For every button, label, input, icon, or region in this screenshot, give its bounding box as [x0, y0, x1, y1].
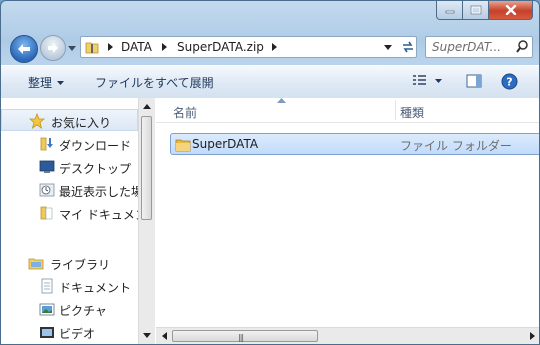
- videos-icon: [40, 327, 54, 338]
- refresh-button[interactable]: [397, 37, 419, 57]
- close-icon: [505, 5, 516, 15]
- sidebar-item-favorites[interactable]: お気に入り: [1, 109, 138, 131]
- address-dropdown-icon[interactable]: [384, 45, 392, 50]
- scroll-up-icon[interactable]: [143, 104, 151, 109]
- breadcrumb-data[interactable]: DATA: [121, 40, 152, 54]
- search-placeholder: SuperDAT...: [432, 40, 502, 54]
- file-list-horizontal-scrollbar[interactable]: |||: [156, 327, 539, 344]
- details-view-icon: [413, 75, 442, 85]
- sidebar-item-label: 最近表示した場: [59, 185, 138, 199]
- search-box[interactable]: SuperDAT...: [425, 36, 533, 58]
- forward-button[interactable]: [40, 35, 66, 61]
- sidebar-item-desktop[interactable]: デスクトップ: [1, 156, 138, 178]
- zip-folder-icon: [85, 42, 99, 54]
- sidebar-item-libraries[interactable]: ライブラリ: [1, 252, 138, 274]
- sidebar-item-label: ビデオ: [59, 327, 96, 341]
- scroll-down-icon[interactable]: [143, 333, 151, 338]
- organize-label: 整理: [28, 76, 53, 90]
- scrollbar-grip-icon: |||: [238, 333, 244, 342]
- sidebar-item-label: ピクチャ: [59, 304, 107, 318]
- extract-all-button[interactable]: ファイルをすべて展開: [95, 74, 214, 91]
- sidebar-item-label: お気に入り: [51, 116, 112, 130]
- column-header-name[interactable]: 名前: [173, 104, 197, 121]
- svg-text:?: ?: [506, 76, 512, 89]
- maximize-button[interactable]: [463, 1, 489, 20]
- explorer-window: DATA SuperDATA.zip SuperDAT... 整理 ファイルをす…: [0, 0, 540, 345]
- download-folder-icon: [40, 137, 53, 151]
- help-icon: ?: [501, 73, 518, 90]
- sidebar-item-recent-places[interactable]: 最近表示した場: [1, 179, 138, 201]
- preview-pane-button[interactable]: [466, 73, 482, 92]
- scroll-left-icon[interactable]: [162, 332, 167, 340]
- recent-places-icon: [39, 183, 55, 197]
- content-area: お気に入り ダウンロード デスクトップ 最近表示した場 マイ ドキュメ ライブラ…: [1, 98, 539, 344]
- sidebar-item-label: デスクトップ: [59, 162, 132, 176]
- search-icon[interactable]: [516, 40, 528, 54]
- column-header-row: 名前 種類: [156, 98, 539, 123]
- scrollbar-thumb[interactable]: [141, 116, 152, 220]
- sidebar-item-my-documents[interactable]: マイ ドキュメン: [1, 202, 138, 224]
- sidebar-item-label: マイ ドキュメン: [59, 208, 138, 222]
- minimize-button[interactable]: [436, 1, 463, 20]
- minimize-icon: [445, 10, 454, 14]
- file-list-pane: 名前 種類 SuperDATA ファイル フォルダー |||: [156, 98, 539, 344]
- sidebar-item-label: ライブラリ: [50, 258, 111, 272]
- star-icon: [29, 113, 45, 129]
- help-button[interactable]: ?: [501, 73, 518, 93]
- sidebar-item-documents[interactable]: ドキュメント: [1, 275, 138, 297]
- chevron-down-icon: [57, 81, 65, 85]
- pictures-icon: [39, 303, 55, 316]
- caption-buttons: [436, 1, 533, 20]
- recent-pages-button[interactable]: [67, 43, 77, 53]
- back-button[interactable]: [10, 35, 38, 63]
- organize-button[interactable]: 整理: [28, 74, 65, 91]
- breadcrumb-superdata-zip[interactable]: SuperDATA.zip: [177, 40, 264, 54]
- folder-icon: [175, 139, 191, 152]
- sort-ascending-icon: [277, 98, 286, 103]
- back-arrow-icon: [18, 44, 30, 54]
- library-icon: [28, 258, 44, 270]
- preview-pane-icon: [466, 74, 482, 88]
- file-row-superdata[interactable]: SuperDATA ファイル フォルダー: [170, 133, 539, 155]
- scrollbar-thumb[interactable]: |||: [172, 330, 318, 342]
- command-bar: 整理 ファイルをすべて展開 ?: [1, 65, 539, 99]
- forward-arrow-icon: [48, 43, 58, 53]
- navigation-pane: お気に入り ダウンロード デスクトップ 最近表示した場 マイ ドキュメ ライブラ…: [1, 98, 138, 344]
- sidebar-item-pictures[interactable]: ピクチャ: [1, 298, 138, 320]
- desktop-icon: [39, 160, 55, 173]
- file-type: ファイル フォルダー: [400, 139, 512, 153]
- column-header-type[interactable]: 種類: [400, 104, 424, 121]
- address-bar[interactable]: DATA SuperDATA.zip: [80, 36, 417, 58]
- chevron-down-icon: [68, 45, 76, 51]
- scroll-right-icon[interactable]: [530, 332, 535, 340]
- documents-icon: [41, 278, 53, 294]
- my-documents-icon: [40, 206, 53, 220]
- breadcrumb-arrow-icon[interactable]: [162, 43, 167, 51]
- navigation-pane-scrollbar[interactable]: [138, 98, 155, 344]
- sidebar-item-downloads[interactable]: ダウンロード: [1, 133, 138, 155]
- column-divider[interactable]: [395, 100, 396, 120]
- breadcrumb-arrow-icon[interactable]: [272, 43, 277, 51]
- file-name: SuperDATA: [192, 137, 259, 151]
- maximize-icon: [470, 5, 481, 15]
- sidebar-item-label: ダウンロード: [59, 139, 132, 153]
- view-options-button[interactable]: [412, 73, 442, 92]
- sidebar-item-label: ドキュメント: [59, 281, 132, 295]
- navigation-row: DATA SuperDATA.zip SuperDAT...: [1, 31, 539, 63]
- sidebar-item-videos[interactable]: ビデオ: [1, 321, 138, 343]
- breadcrumb-arrow-icon[interactable]: [108, 43, 113, 51]
- close-button[interactable]: [489, 1, 533, 20]
- refresh-icon: [403, 41, 413, 53]
